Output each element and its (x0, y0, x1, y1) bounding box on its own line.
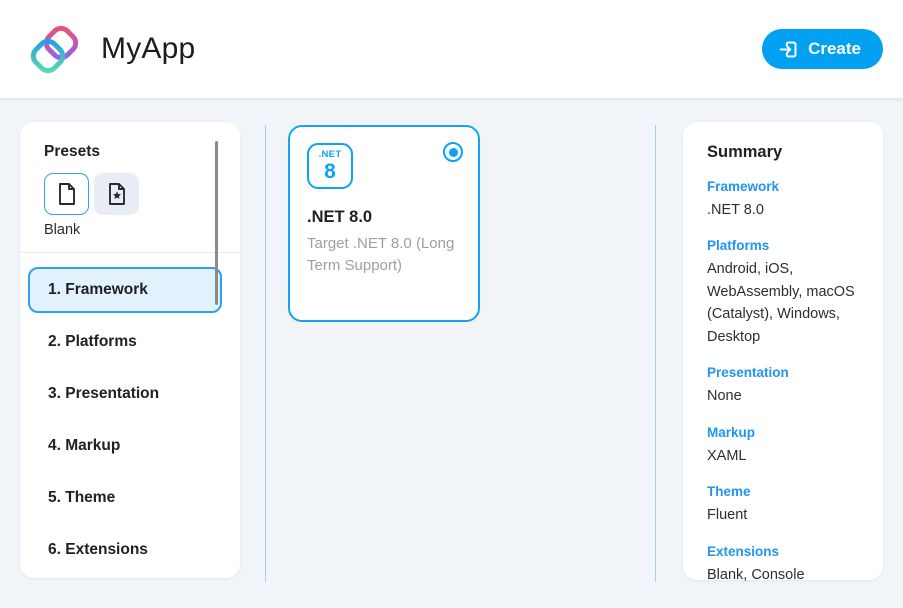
enter-icon (778, 39, 799, 60)
summary-label-extensions: Extensions (707, 544, 859, 559)
summary-value-presentation: None (707, 385, 859, 407)
summary-value-framework: .NET 8.0 (707, 199, 859, 221)
summary-value-markup: XAML (707, 445, 859, 467)
create-button-label: Create (808, 39, 861, 59)
summary-panel: Summary Framework .NET 8.0 Platforms And… (683, 122, 883, 580)
option-description: Target .NET 8.0 (Long Term Support) (307, 233, 459, 277)
radio-selected-icon[interactable] (443, 142, 463, 162)
summary-label-platforms: Platforms (707, 238, 859, 253)
preset-blank-button[interactable] (44, 173, 89, 215)
summary-heading: Summary (707, 143, 859, 162)
badge-text-8: 8 (324, 161, 336, 182)
summary-label-presentation: Presentation (707, 365, 859, 380)
step-presentation[interactable]: 3. Presentation (28, 371, 228, 417)
wizard-sidebar: Presets Blank 1. Framework 2. Platforms … (20, 122, 240, 578)
starred-document-icon (106, 182, 128, 206)
badge-text-net: .NET (319, 150, 342, 160)
sidebar-divider (20, 252, 240, 253)
summary-label-markup: Markup (707, 425, 859, 440)
step-extensions[interactable]: 6. Extensions (28, 527, 228, 573)
blank-document-icon (56, 182, 78, 206)
option-title: .NET 8.0 (307, 208, 464, 227)
step-framework[interactable]: 1. Framework (28, 267, 222, 313)
page-title: MyApp (101, 32, 195, 66)
wizard-steps: 1. Framework 2. Platforms 3. Presentatio… (28, 267, 232, 573)
step-theme[interactable]: 5. Theme (28, 475, 228, 521)
summary-label-theme: Theme (707, 484, 859, 499)
summary-value-theme: Fluent (707, 504, 859, 526)
separator-left (265, 125, 266, 582)
framework-option-card[interactable]: .NET 8 .NET 8.0 Target .NET 8.0 (Long Te… (288, 125, 480, 322)
app-header: MyApp Create (0, 0, 903, 98)
presets-heading: Presets (44, 143, 240, 161)
step-platforms[interactable]: 2. Platforms (28, 319, 228, 365)
create-button[interactable]: Create (762, 29, 883, 69)
summary-value-platforms: Android, iOS, WebAssembly, macOS (Cataly… (707, 258, 859, 348)
preset-options (44, 173, 240, 215)
preset-default-button[interactable] (94, 173, 139, 215)
preset-selected-label: Blank (44, 222, 240, 238)
dotnet8-badge-icon: .NET 8 (307, 143, 353, 189)
summary-value-extensions: Blank, Console (707, 564, 859, 586)
separator-right (655, 125, 656, 582)
sidebar-scrollbar[interactable] (215, 141, 218, 305)
uno-platform-logo (25, 20, 83, 78)
summary-label-framework: Framework (707, 179, 859, 194)
step-markup[interactable]: 4. Markup (28, 423, 228, 469)
